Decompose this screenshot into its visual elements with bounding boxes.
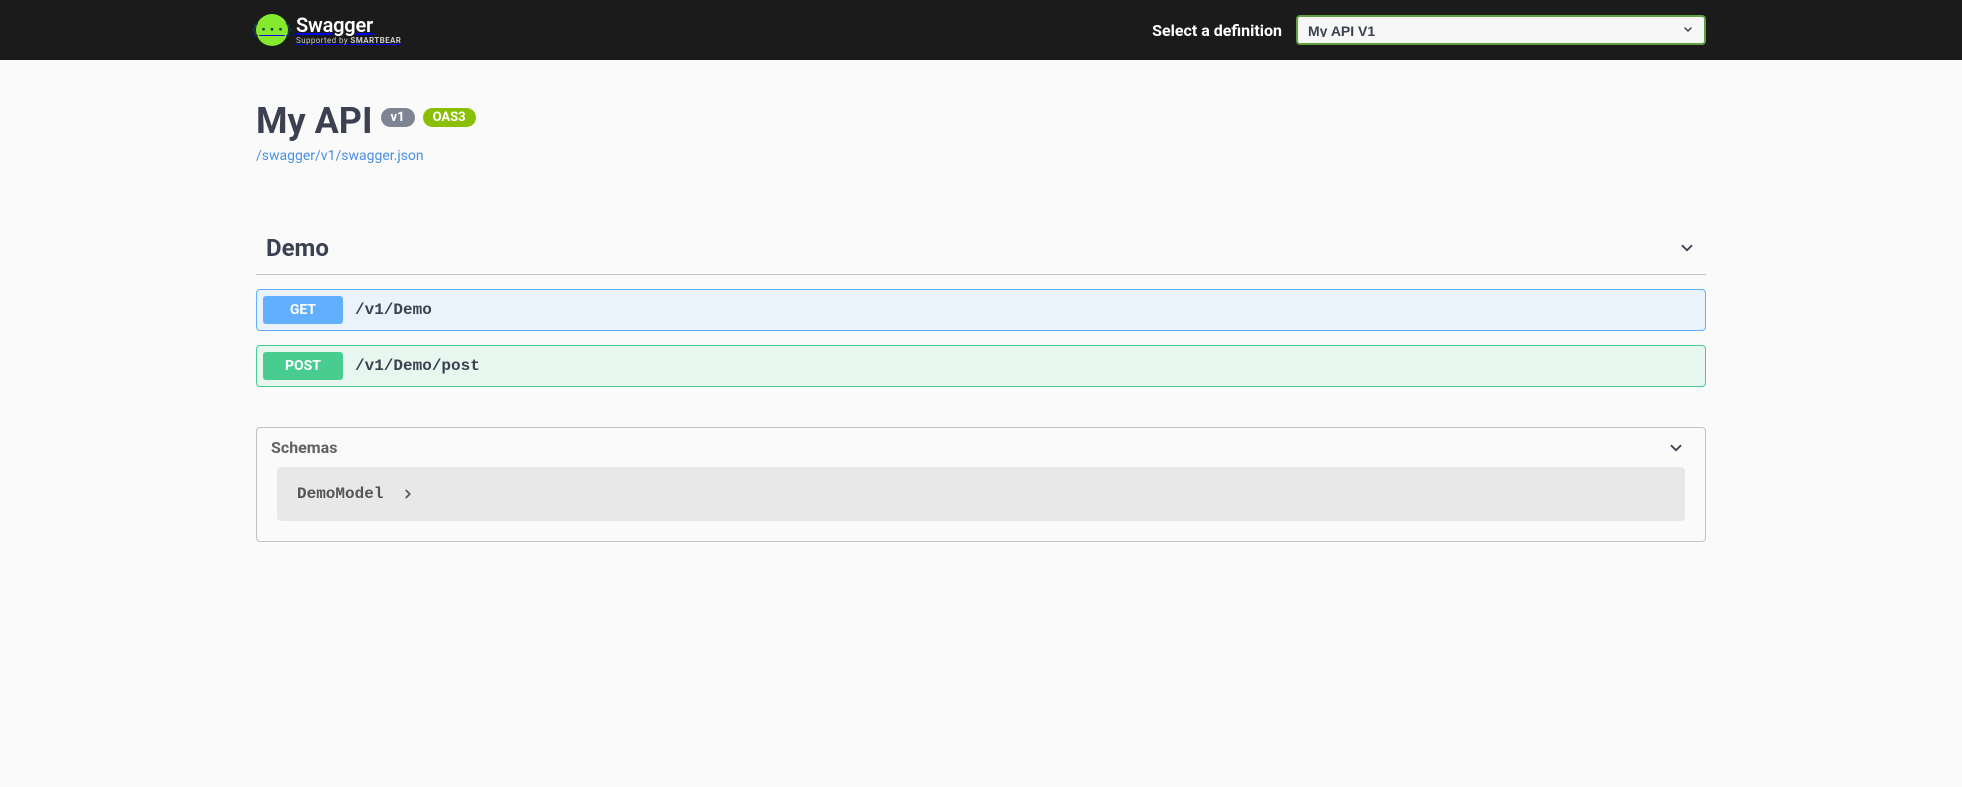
tag-header[interactable]: Demo: [256, 224, 1706, 275]
operation-path: /v1/Demo/post: [355, 357, 480, 375]
logo-subtext: Supported by SMARTBEAR: [296, 37, 401, 45]
tag-section: Demo GET /v1/Demo POST /v1/Demo/post: [256, 224, 1706, 387]
schema-name: DemoModel: [297, 485, 383, 503]
schemas-title: Schemas: [271, 438, 337, 457]
oas-badge: OAS3: [423, 108, 476, 127]
operation-post-demo[interactable]: POST /v1/Demo/post: [256, 345, 1706, 387]
chevron-right-icon: [399, 485, 417, 503]
operation-get-demo[interactable]: GET /v1/Demo: [256, 289, 1706, 331]
logo-text-group: Swagger Supported by SMARTBEAR: [296, 15, 401, 45]
chevron-down-icon: [1678, 239, 1696, 257]
version-badge: v1: [381, 108, 415, 127]
operations-list: GET /v1/Demo POST /v1/Demo/post: [256, 289, 1706, 387]
schema-row[interactable]: DemoModel: [277, 467, 1685, 521]
definition-selector: My API V1: [1296, 15, 1706, 45]
topbar-inner: {···} Swagger Supported by SMARTBEAR Sel…: [236, 14, 1726, 46]
swagger-logo-link[interactable]: {···} Swagger Supported by SMARTBEAR: [256, 14, 401, 46]
schemas-body: DemoModel: [257, 467, 1705, 541]
api-info-header: My API v1 OAS3: [256, 100, 1706, 142]
spec-url-link[interactable]: /swagger/v1/swagger.json: [256, 148, 1706, 164]
api-title: My API: [256, 100, 373, 142]
api-info: My API v1 OAS3 /swagger/v1/swagger.json: [256, 100, 1706, 164]
definition-selector-wrap: Select a definition My API V1: [1152, 15, 1706, 45]
logo-subtext-prefix: Supported by: [296, 36, 350, 45]
http-method-badge: GET: [263, 296, 343, 324]
swagger-logo-icon: {···}: [256, 14, 288, 46]
chevron-down-icon: [1667, 439, 1685, 457]
main-container: My API v1 OAS3 /swagger/v1/swagger.json …: [236, 60, 1726, 602]
definition-selector-label: Select a definition: [1152, 21, 1282, 40]
schemas-header[interactable]: Schemas: [257, 428, 1705, 467]
http-method-badge: POST: [263, 352, 343, 380]
topbar: {···} Swagger Supported by SMARTBEAR Sel…: [0, 0, 1962, 60]
logo-subtext-brand: SMARTBEAR: [350, 36, 401, 45]
schemas-section: Schemas DemoModel: [256, 427, 1706, 542]
tag-name: Demo: [266, 234, 329, 262]
operation-path: /v1/Demo: [355, 301, 432, 319]
definition-select[interactable]: My API V1: [1296, 15, 1706, 45]
logo-text: Swagger: [296, 15, 401, 35]
